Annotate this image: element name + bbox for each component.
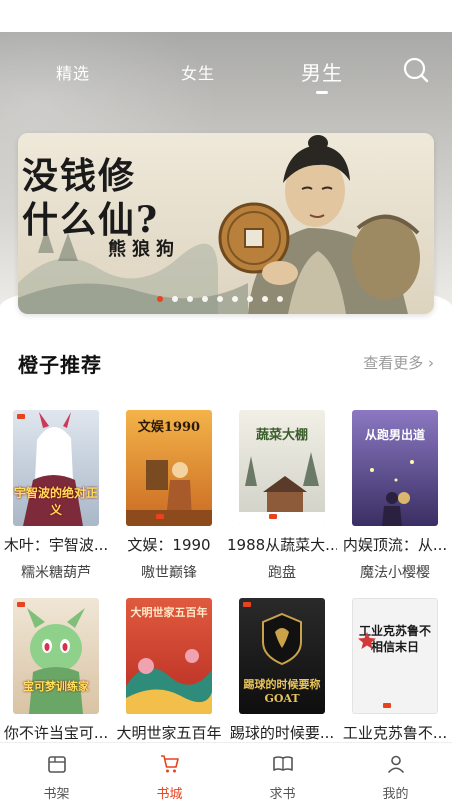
cover-art xyxy=(239,452,325,526)
book-cover[interactable]: 文娱1990 xyxy=(126,410,212,526)
category-tabs: 精选 女生 男生 xyxy=(0,32,452,102)
cover-title: 蔬菜大棚 xyxy=(255,428,308,443)
carousel-dot[interactable] xyxy=(172,296,178,302)
book-cover[interactable]: 从跑男出道 xyxy=(352,410,438,526)
tab-featured[interactable]: 精选 xyxy=(56,60,90,84)
book-title: 你不许当宝可... xyxy=(3,724,109,742)
carousel-dots xyxy=(18,296,434,304)
cart-icon xyxy=(160,755,179,773)
book-cover[interactable]: 大明世家五百年 xyxy=(126,598,212,714)
user-icon xyxy=(387,755,404,774)
cover-title: 踢球的时候要称GOAT xyxy=(243,678,321,705)
nav-bookshelf[interactable]: 书架 xyxy=(0,743,113,804)
book-author: 跑盘 xyxy=(268,565,296,581)
publisher-badge xyxy=(383,703,391,708)
carousel-dot[interactable] xyxy=(187,296,193,302)
star-icon xyxy=(358,632,376,649)
book-title: 大明世家五百年 xyxy=(116,724,222,742)
cover-title: 宝可梦训练家 xyxy=(23,680,89,693)
book-title: 内娱顶流：从... xyxy=(342,536,448,554)
book-title: 工业克苏鲁不... xyxy=(342,724,448,742)
book-title: 木叶：宇智波... xyxy=(3,536,109,554)
carousel-dot[interactable] xyxy=(157,296,163,302)
book-cover[interactable]: 宇智波的绝对正义 xyxy=(13,410,99,526)
carousel-dot[interactable] xyxy=(262,296,268,302)
book-author: 魔法小樱樱 xyxy=(360,565,430,581)
banner-author: 熊狼狗 xyxy=(108,239,180,260)
tab-female[interactable]: 女生 xyxy=(181,60,215,84)
carousel-dot[interactable] xyxy=(247,296,253,302)
cover-art xyxy=(126,460,212,526)
nav-bookstore[interactable]: 书城 xyxy=(113,743,226,804)
cover-title: 大明世家五百年 xyxy=(130,606,208,619)
book-cover[interactable]: 蔬菜大棚 xyxy=(239,410,325,526)
book-cover[interactable]: 宝可梦训练家 xyxy=(13,598,99,714)
carousel-dot[interactable] xyxy=(232,296,238,302)
book-author: 糯米糖葫芦 xyxy=(21,565,91,581)
search-icon[interactable] xyxy=(402,56,430,84)
nav-request-book[interactable]: 求书 xyxy=(226,743,339,804)
cover-title: 文娱1990 xyxy=(137,420,201,435)
section-title: 橙子推荐 xyxy=(18,353,102,377)
carousel-dot[interactable] xyxy=(202,296,208,302)
book-cover[interactable]: 工业克苏鲁不相信末日 xyxy=(352,598,438,714)
cover-art xyxy=(126,649,212,714)
active-tab-indicator xyxy=(316,91,328,94)
tab-male[interactable]: 男生 xyxy=(301,57,343,86)
nav-label: 求书 xyxy=(269,787,296,802)
nav-label: 书城 xyxy=(156,787,183,802)
book-title: 1988从蔬菜大... xyxy=(227,536,337,554)
book-title: 踢球的时候要... xyxy=(229,724,335,742)
cover-title: 宇智波的绝对正义 xyxy=(13,486,98,517)
see-more-link[interactable]: 查看更多 › xyxy=(363,352,434,373)
publisher-badge xyxy=(269,514,277,519)
nav-label: 我的 xyxy=(382,787,409,802)
bookshelf-icon xyxy=(47,756,66,773)
cover-title: 从跑男出道 xyxy=(364,428,425,442)
cover-art xyxy=(27,608,85,714)
carousel-dot[interactable] xyxy=(277,296,283,302)
publisher-badge xyxy=(156,514,164,519)
publisher-badge xyxy=(243,602,251,607)
book-cover[interactable]: 踢球的时候要称GOAT xyxy=(239,598,325,714)
book-title: 文娱：1990 xyxy=(127,536,211,554)
carousel-dot[interactable] xyxy=(217,296,223,302)
status-bar xyxy=(0,0,452,32)
book-author: 嗷世巅锋 xyxy=(141,565,197,581)
nav-label: 书架 xyxy=(43,787,70,802)
promo-banner[interactable]: 没钱修 什么仙? 熊狼狗 xyxy=(18,133,434,314)
cover-art xyxy=(262,612,302,666)
nav-mine[interactable]: 我的 xyxy=(339,743,452,804)
open-book-icon xyxy=(272,756,293,771)
bottom-navigation: 书架 书城 求书 我的 xyxy=(0,742,452,804)
cover-art xyxy=(370,460,414,526)
